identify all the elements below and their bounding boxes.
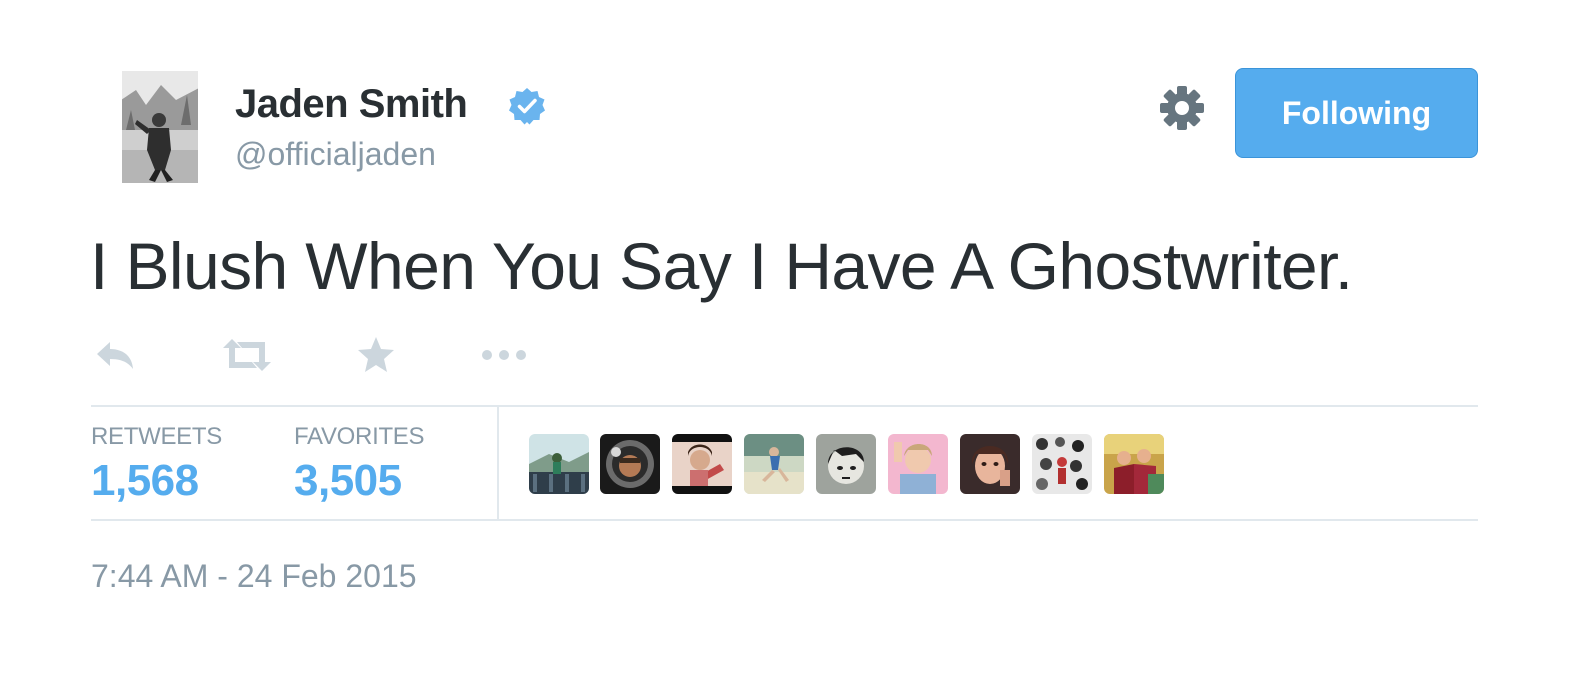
favoriter-avatar[interactable] bbox=[1104, 434, 1164, 494]
gear-icon[interactable] bbox=[1157, 83, 1207, 133]
stats-divider-top bbox=[91, 405, 1478, 407]
verified-badge-icon bbox=[507, 86, 547, 126]
retweet-icon[interactable] bbox=[222, 335, 272, 375]
favoriter-avatar[interactable] bbox=[672, 434, 732, 494]
favoriter-avatar[interactable] bbox=[816, 434, 876, 494]
favoriter-avatar[interactable] bbox=[888, 434, 948, 494]
tweet-card: Jaden Smith @officialjaden Following I B… bbox=[0, 0, 1582, 678]
favorite-star-icon[interactable] bbox=[356, 335, 396, 375]
user-handle[interactable]: @officialjaden bbox=[235, 136, 436, 173]
favoriter-avatar[interactable] bbox=[600, 434, 660, 494]
favoriter-avatar[interactable] bbox=[1032, 434, 1092, 494]
tweet-timestamp[interactable]: 7:44 AM - 24 Feb 2015 bbox=[91, 558, 417, 595]
favoriter-avatar[interactable] bbox=[529, 434, 589, 494]
reply-icon[interactable] bbox=[94, 335, 136, 375]
favorites-count[interactable]: 3,505 bbox=[294, 456, 402, 506]
stats-divider-vertical bbox=[497, 407, 499, 519]
retweets-label[interactable]: RETWEETS bbox=[91, 423, 222, 451]
tweet-text: I Blush When You Say I Have A Ghostwrite… bbox=[90, 229, 1353, 303]
more-dots-icon[interactable] bbox=[480, 335, 528, 375]
display-name[interactable]: Jaden Smith bbox=[235, 82, 468, 127]
avatar[interactable] bbox=[121, 70, 199, 184]
following-button[interactable]: Following bbox=[1235, 68, 1478, 158]
favoriter-avatar[interactable] bbox=[960, 434, 1020, 494]
favorites-label[interactable]: FAVORITES bbox=[294, 423, 425, 451]
retweets-count[interactable]: 1,568 bbox=[91, 456, 199, 506]
favoriter-avatar[interactable] bbox=[744, 434, 804, 494]
stats-divider-bottom bbox=[91, 519, 1478, 521]
